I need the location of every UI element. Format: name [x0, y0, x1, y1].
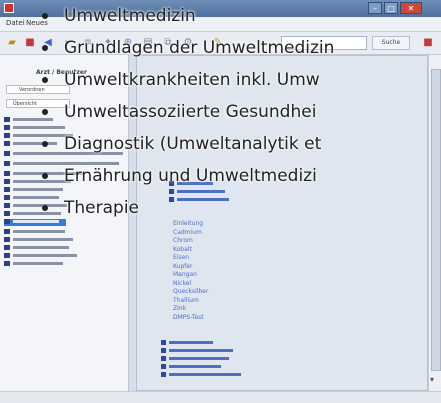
tree-item[interactable]: Cadmium: [173, 229, 208, 238]
tree-item[interactable]: DMPS-Test: [173, 314, 208, 323]
folder-icon: [161, 364, 166, 369]
status-bar: [0, 391, 441, 403]
tree-item[interactable]: Eisen: [173, 254, 208, 263]
menu-item-datei[interactable]: Datei: [6, 19, 25, 27]
list-item: Therapie: [40, 192, 441, 224]
tree-item[interactable]: Nickel: [173, 280, 208, 289]
topic-list: Umweltmedizin Grundlagen der Umweltmediz…: [40, 0, 441, 224]
list-item: Grundlagen der Umweltmedizin: [40, 32, 441, 64]
tree-item[interactable]: Zink: [173, 305, 208, 314]
folder-icon: [161, 348, 166, 353]
folder-icon: [161, 356, 166, 361]
tree-item[interactable]: Kupfer: [173, 263, 208, 272]
folder-icon[interactable]: ▰: [4, 35, 20, 51]
folder-icon: [161, 372, 166, 377]
list-item: Diagnostik (Umweltanalytik et: [40, 128, 441, 160]
tree-item-list: Einleitung Cadmium Chrom Kobalt Eisen Ku…: [173, 220, 208, 322]
overview-button-label: Übersicht: [13, 101, 37, 107]
list-item: Ernährung und Umweltmedizi: [40, 160, 441, 192]
folder-icon: [161, 340, 166, 345]
tree-item[interactable]: Thallium: [173, 297, 208, 306]
tree-link[interactable]: [169, 349, 233, 352]
list-item: Umweltassoziierte Gesundhei: [40, 96, 441, 128]
list-item: Umweltkrankheiten inkl. Umw: [40, 64, 441, 96]
tree-link[interactable]: [169, 357, 229, 360]
tree-link[interactable]: [169, 365, 221, 368]
scroll-down-icon[interactable]: ▾: [430, 375, 434, 384]
tree-item[interactable]: Kobalt: [173, 246, 208, 255]
tree-link[interactable]: [169, 341, 213, 344]
tree-item[interactable]: Chrom: [173, 237, 208, 246]
app-icon: [4, 3, 14, 13]
tree-item[interactable]: Quecksilber: [173, 288, 208, 297]
tree-link[interactable]: [169, 373, 241, 376]
tree-item[interactable]: Mangan: [173, 271, 208, 280]
list-item: Umweltmedizin: [40, 0, 441, 32]
record-icon[interactable]: ■: [22, 35, 38, 51]
